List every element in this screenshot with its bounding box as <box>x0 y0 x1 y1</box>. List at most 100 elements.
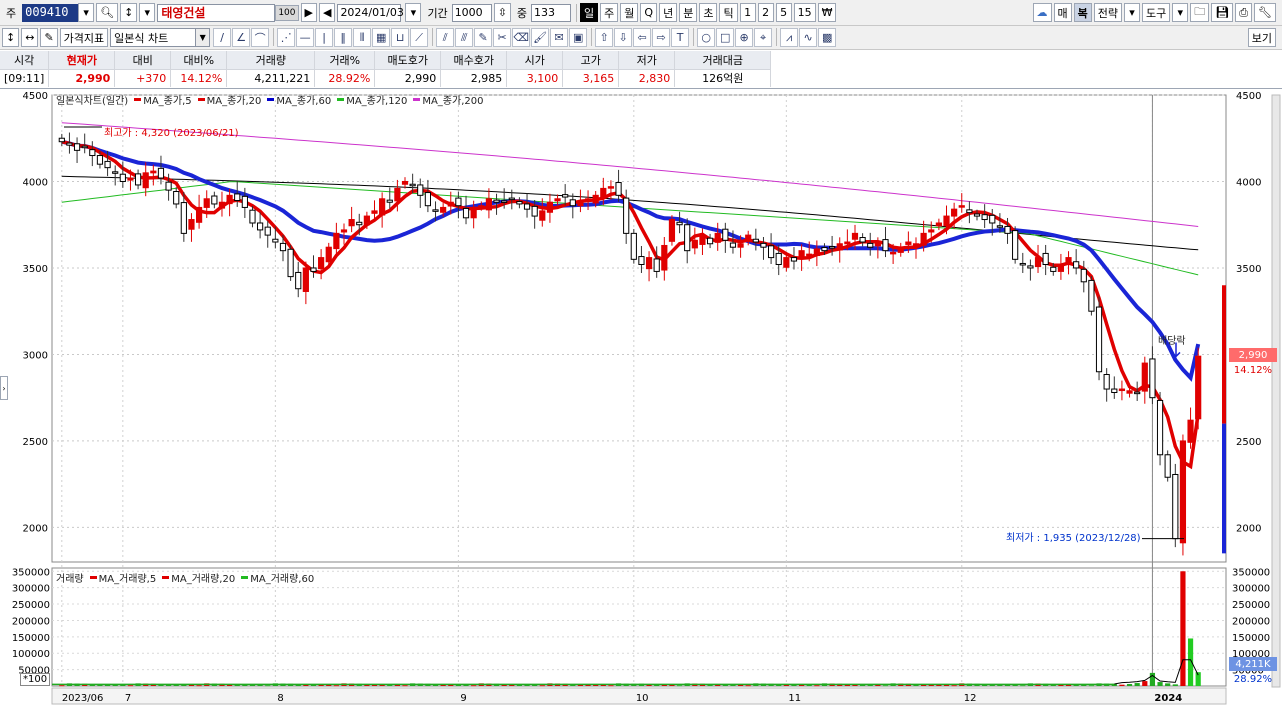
interval-button-10[interactable]: 5 <box>775 3 792 22</box>
angle-line-tool-icon[interactable]: ∠ <box>232 28 251 47</box>
cloud-icon[interactable]: ☁ <box>1032 3 1052 22</box>
candle-body <box>1141 362 1148 392</box>
save-icon[interactable]: 💾︎ <box>1211 3 1234 22</box>
trade-button[interactable]: 매 <box>1053 3 1072 22</box>
code-dropdown-icon[interactable]: ▾ <box>78 3 95 22</box>
volume-bar <box>1172 684 1178 686</box>
pencil-tool-icon[interactable]: ✎ <box>474 28 493 47</box>
search-icon[interactable]: 🔍︎ <box>96 3 119 22</box>
edit-icon[interactable]: ✎ <box>40 28 58 47</box>
view-button[interactable]: 보기 <box>1247 28 1276 47</box>
multi-lines-tool-icon[interactable]: ⦀ <box>353 28 372 47</box>
wave-tool-icon[interactable]: ∿ <box>799 28 818 47</box>
sort-icon[interactable]: ↕ <box>120 3 138 22</box>
interval-button-5[interactable]: 분 <box>679 3 698 22</box>
candle-body <box>1080 268 1087 283</box>
price-volume-chart[interactable]: 2000200025002500300030003500350040004000… <box>0 90 1282 706</box>
quote-header-6: 매도호가 <box>374 51 442 70</box>
candle-body <box>1149 358 1156 399</box>
overlap-input[interactable]: 133 <box>531 3 572 22</box>
indicator-button[interactable]: 가격지표 <box>59 28 109 47</box>
magnifier-tool-icon[interactable]: ⊕ <box>735 28 754 47</box>
volume-bar <box>1020 685 1026 687</box>
brush-tool-icon[interactable]: 🖌︎ <box>531 28 550 47</box>
price-legend: 일본식차트(일간) MA_종가,5 MA_종가,20 MA_종가,60 MA_종가,1… <box>56 92 489 107</box>
chart-area[interactable]: 2000200025002500300030003500350040004000… <box>0 90 1282 706</box>
candle-body <box>73 143 81 151</box>
rectangle-tool-icon[interactable]: □ <box>716 28 735 47</box>
note-tool-icon[interactable]: ✉ <box>550 28 569 47</box>
interval-button-4[interactable]: 년 <box>659 3 678 22</box>
chart-type-select[interactable]: 일본식 차트 ▼ <box>110 28 211 47</box>
candle-body <box>386 199 393 203</box>
right-arrow-tool-icon[interactable]: ⇨ <box>652 28 671 47</box>
prev-arrow-icon[interactable]: ◀ <box>318 3 336 22</box>
parallel-tool-icon[interactable]: ⫽ <box>436 28 455 47</box>
quote-value-8: 3,100 <box>506 69 564 87</box>
line-tool-icon[interactable]: ∕ <box>213 28 232 47</box>
quote-value-5: 28.92% <box>314 69 376 87</box>
period-input[interactable]: 1000 <box>451 3 492 22</box>
interval-button-9[interactable]: 2 <box>757 3 774 22</box>
eraser-tool-icon[interactable]: ⌫ <box>512 28 531 47</box>
target-tool-icon[interactable]: ⌖ <box>754 28 773 47</box>
quote-header-1: 현재가 <box>48 51 116 70</box>
candle-body <box>272 238 279 243</box>
circle-tool-icon[interactable]: ○ <box>697 28 716 47</box>
interval-button-6[interactable]: 초 <box>699 3 718 22</box>
channel-tool-icon[interactable]: ⫻ <box>455 28 474 47</box>
text-tool-icon[interactable]: T <box>671 28 690 47</box>
tools-dropdown-icon[interactable]: ▾ <box>1172 3 1189 22</box>
left-collapse-handle[interactable]: › <box>0 376 8 400</box>
interval-button-1[interactable]: 주 <box>600 3 619 22</box>
vertical-arrows-icon[interactable]: ↕ <box>2 28 20 47</box>
regression-tool-icon[interactable]: ⩘ <box>780 28 799 47</box>
compound-button[interactable]: 복 <box>1073 3 1092 22</box>
volume-legend-item: MA_거래량,60 <box>241 570 314 585</box>
next-arrow-icon[interactable]: ▶ <box>300 3 317 22</box>
candle-body <box>401 180 409 185</box>
interval-button-12[interactable]: ₩ <box>817 3 837 22</box>
horizontal-line-tool-icon[interactable]: — <box>296 28 315 47</box>
candle-body <box>211 195 218 205</box>
strategy-button[interactable]: 전략 <box>1093 3 1122 22</box>
print-icon[interactable]: ⎙ <box>1235 3 1253 22</box>
strategy-dropdown-icon[interactable]: ▾ <box>1124 3 1140 22</box>
left-arrow-tool-icon[interactable]: ⇦ <box>633 28 652 47</box>
stock-name-field[interactable]: 태영건설 <box>157 3 276 22</box>
palette-tool-icon[interactable]: ▣ <box>569 28 588 47</box>
interval-button-3[interactable]: Q <box>640 3 658 22</box>
grid-tool-icon[interactable]: ▦ <box>372 28 391 47</box>
volume-bar <box>1134 683 1140 686</box>
price-legend-title: 일본식차트(일간) <box>56 96 129 107</box>
candle-body <box>379 198 386 216</box>
diagonal-tool-icon[interactable]: ⟋ <box>410 28 429 47</box>
date-input[interactable]: 2024/01/03 <box>337 3 404 22</box>
candle-body <box>409 183 416 187</box>
interval-button-7[interactable]: 틱 <box>719 3 738 22</box>
interval-button-0[interactable]: 일 <box>580 3 599 22</box>
volume-pct-tag: 28.92% <box>1233 673 1273 685</box>
vertical-line-tool-icon[interactable]: | <box>315 28 334 47</box>
cross-tool-icon[interactable]: ✂ <box>493 28 512 47</box>
chart-image-tool-icon[interactable]: ▩ <box>818 28 837 47</box>
quote-header-10: 저가 <box>618 51 676 70</box>
fibonacci-tool-icon[interactable]: ⊔ <box>391 28 410 47</box>
interval-button-2[interactable]: 월 <box>620 3 639 22</box>
open-folder-icon[interactable]: 🗀 <box>1190 3 1210 22</box>
date-dropdown-icon[interactable]: ▾ <box>405 3 422 22</box>
interval-button-8[interactable]: 1 <box>739 3 756 22</box>
tools-button[interactable]: 도구 <box>1142 3 1171 22</box>
history-dropdown-icon[interactable]: ▾ <box>139 3 156 22</box>
horizontal-arrows-icon[interactable]: ↔ <box>21 28 39 47</box>
candle-body <box>310 267 317 272</box>
zoom-icon[interactable]: ⇳ <box>493 3 511 22</box>
interval-button-11[interactable]: 15 <box>793 3 816 22</box>
fan-tool-icon[interactable]: ⋰ <box>277 28 296 47</box>
arc-tool-icon[interactable]: ⌒ <box>251 28 270 47</box>
stock-code-input[interactable]: 009410 <box>22 3 79 22</box>
down-arrow-tool-icon[interactable]: ⇩ <box>614 28 633 47</box>
vertical-lines-tool-icon[interactable]: ‖ <box>334 28 353 47</box>
settings-wrench-icon[interactable]: 🔧︎ <box>1254 3 1276 22</box>
up-arrow-tool-icon[interactable]: ⇧ <box>595 28 614 47</box>
